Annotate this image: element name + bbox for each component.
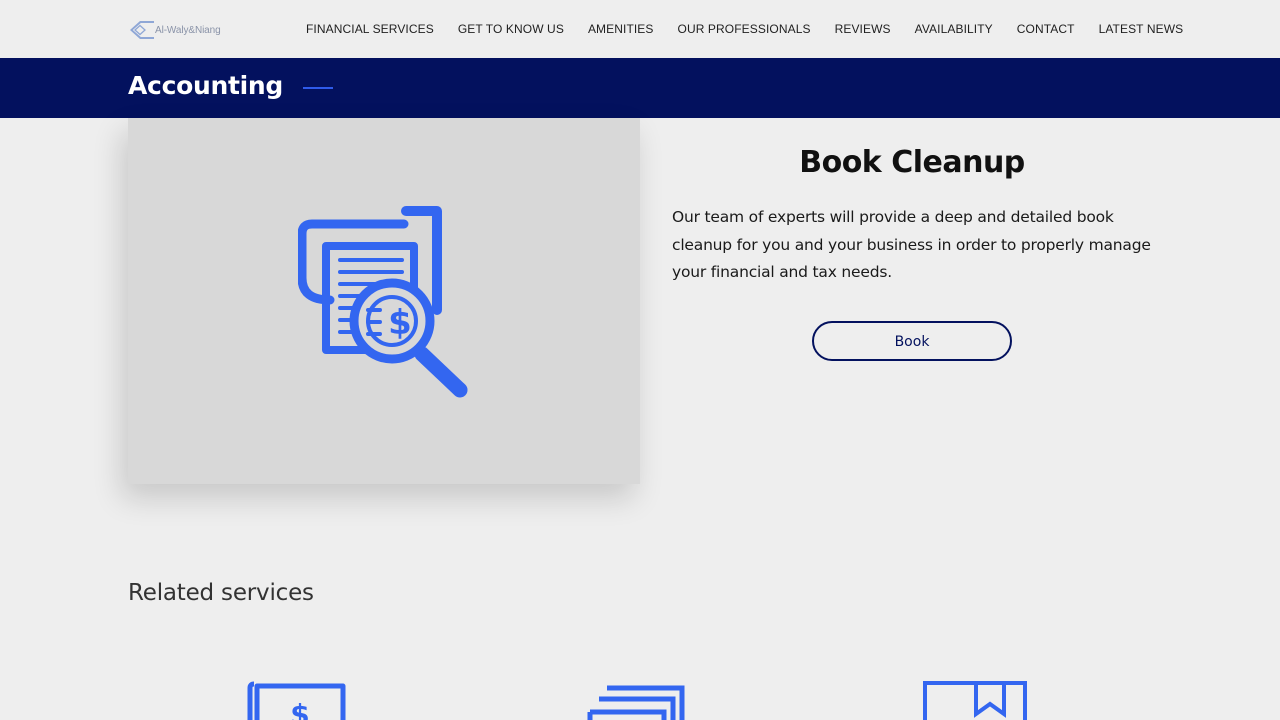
book-button[interactable]: Book [812,321,1012,361]
service-title: Book Cleanup [799,145,1025,180]
site-header: Al-Waly&Niang FINANCIAL SERVICES GET TO … [0,0,1280,58]
page-title: Accounting [128,71,283,100]
service-image: $ [128,118,640,484]
bookmark-box-icon [923,681,1027,720]
stacked-documents-icon [587,685,685,720]
svg-text:$: $ [290,698,309,720]
category-banner: Accounting [0,58,1280,118]
related-services-heading: Related services [128,580,314,606]
logo-text: Al-Waly&Niang [155,24,221,36]
related-service-card[interactable] [585,680,695,720]
main-nav: FINANCIAL SERVICES GET TO KNOW US AMENIT… [306,0,1183,58]
diamond-logo-icon [130,21,154,39]
svg-text:$: $ [388,303,412,343]
nav-item-contact[interactable]: CONTACT [1017,22,1075,36]
document-magnifier-dollar-icon: $ [298,206,468,398]
site-logo[interactable]: Al-Waly&Niang [128,19,221,41]
title-accent-line [303,87,333,89]
nav-item-get-to-know-us[interactable]: GET TO KNOW US [458,22,564,36]
nav-item-availability[interactable]: AVAILABILITY [915,22,993,36]
related-service-card[interactable] [920,680,1030,720]
related-service-card[interactable]: $ [245,680,355,720]
dollar-bill-icon: $ [247,681,346,720]
service-description: Our team of experts will provide a deep … [672,208,1151,281]
nav-item-financial-services[interactable]: FINANCIAL SERVICES [306,22,434,36]
nav-item-amenities[interactable]: AMENITIES [588,22,654,36]
nav-item-reviews[interactable]: REVIEWS [835,22,891,36]
nav-item-latest-news[interactable]: LATEST NEWS [1099,22,1184,36]
nav-item-our-professionals[interactable]: OUR PROFESSIONALS [678,22,811,36]
